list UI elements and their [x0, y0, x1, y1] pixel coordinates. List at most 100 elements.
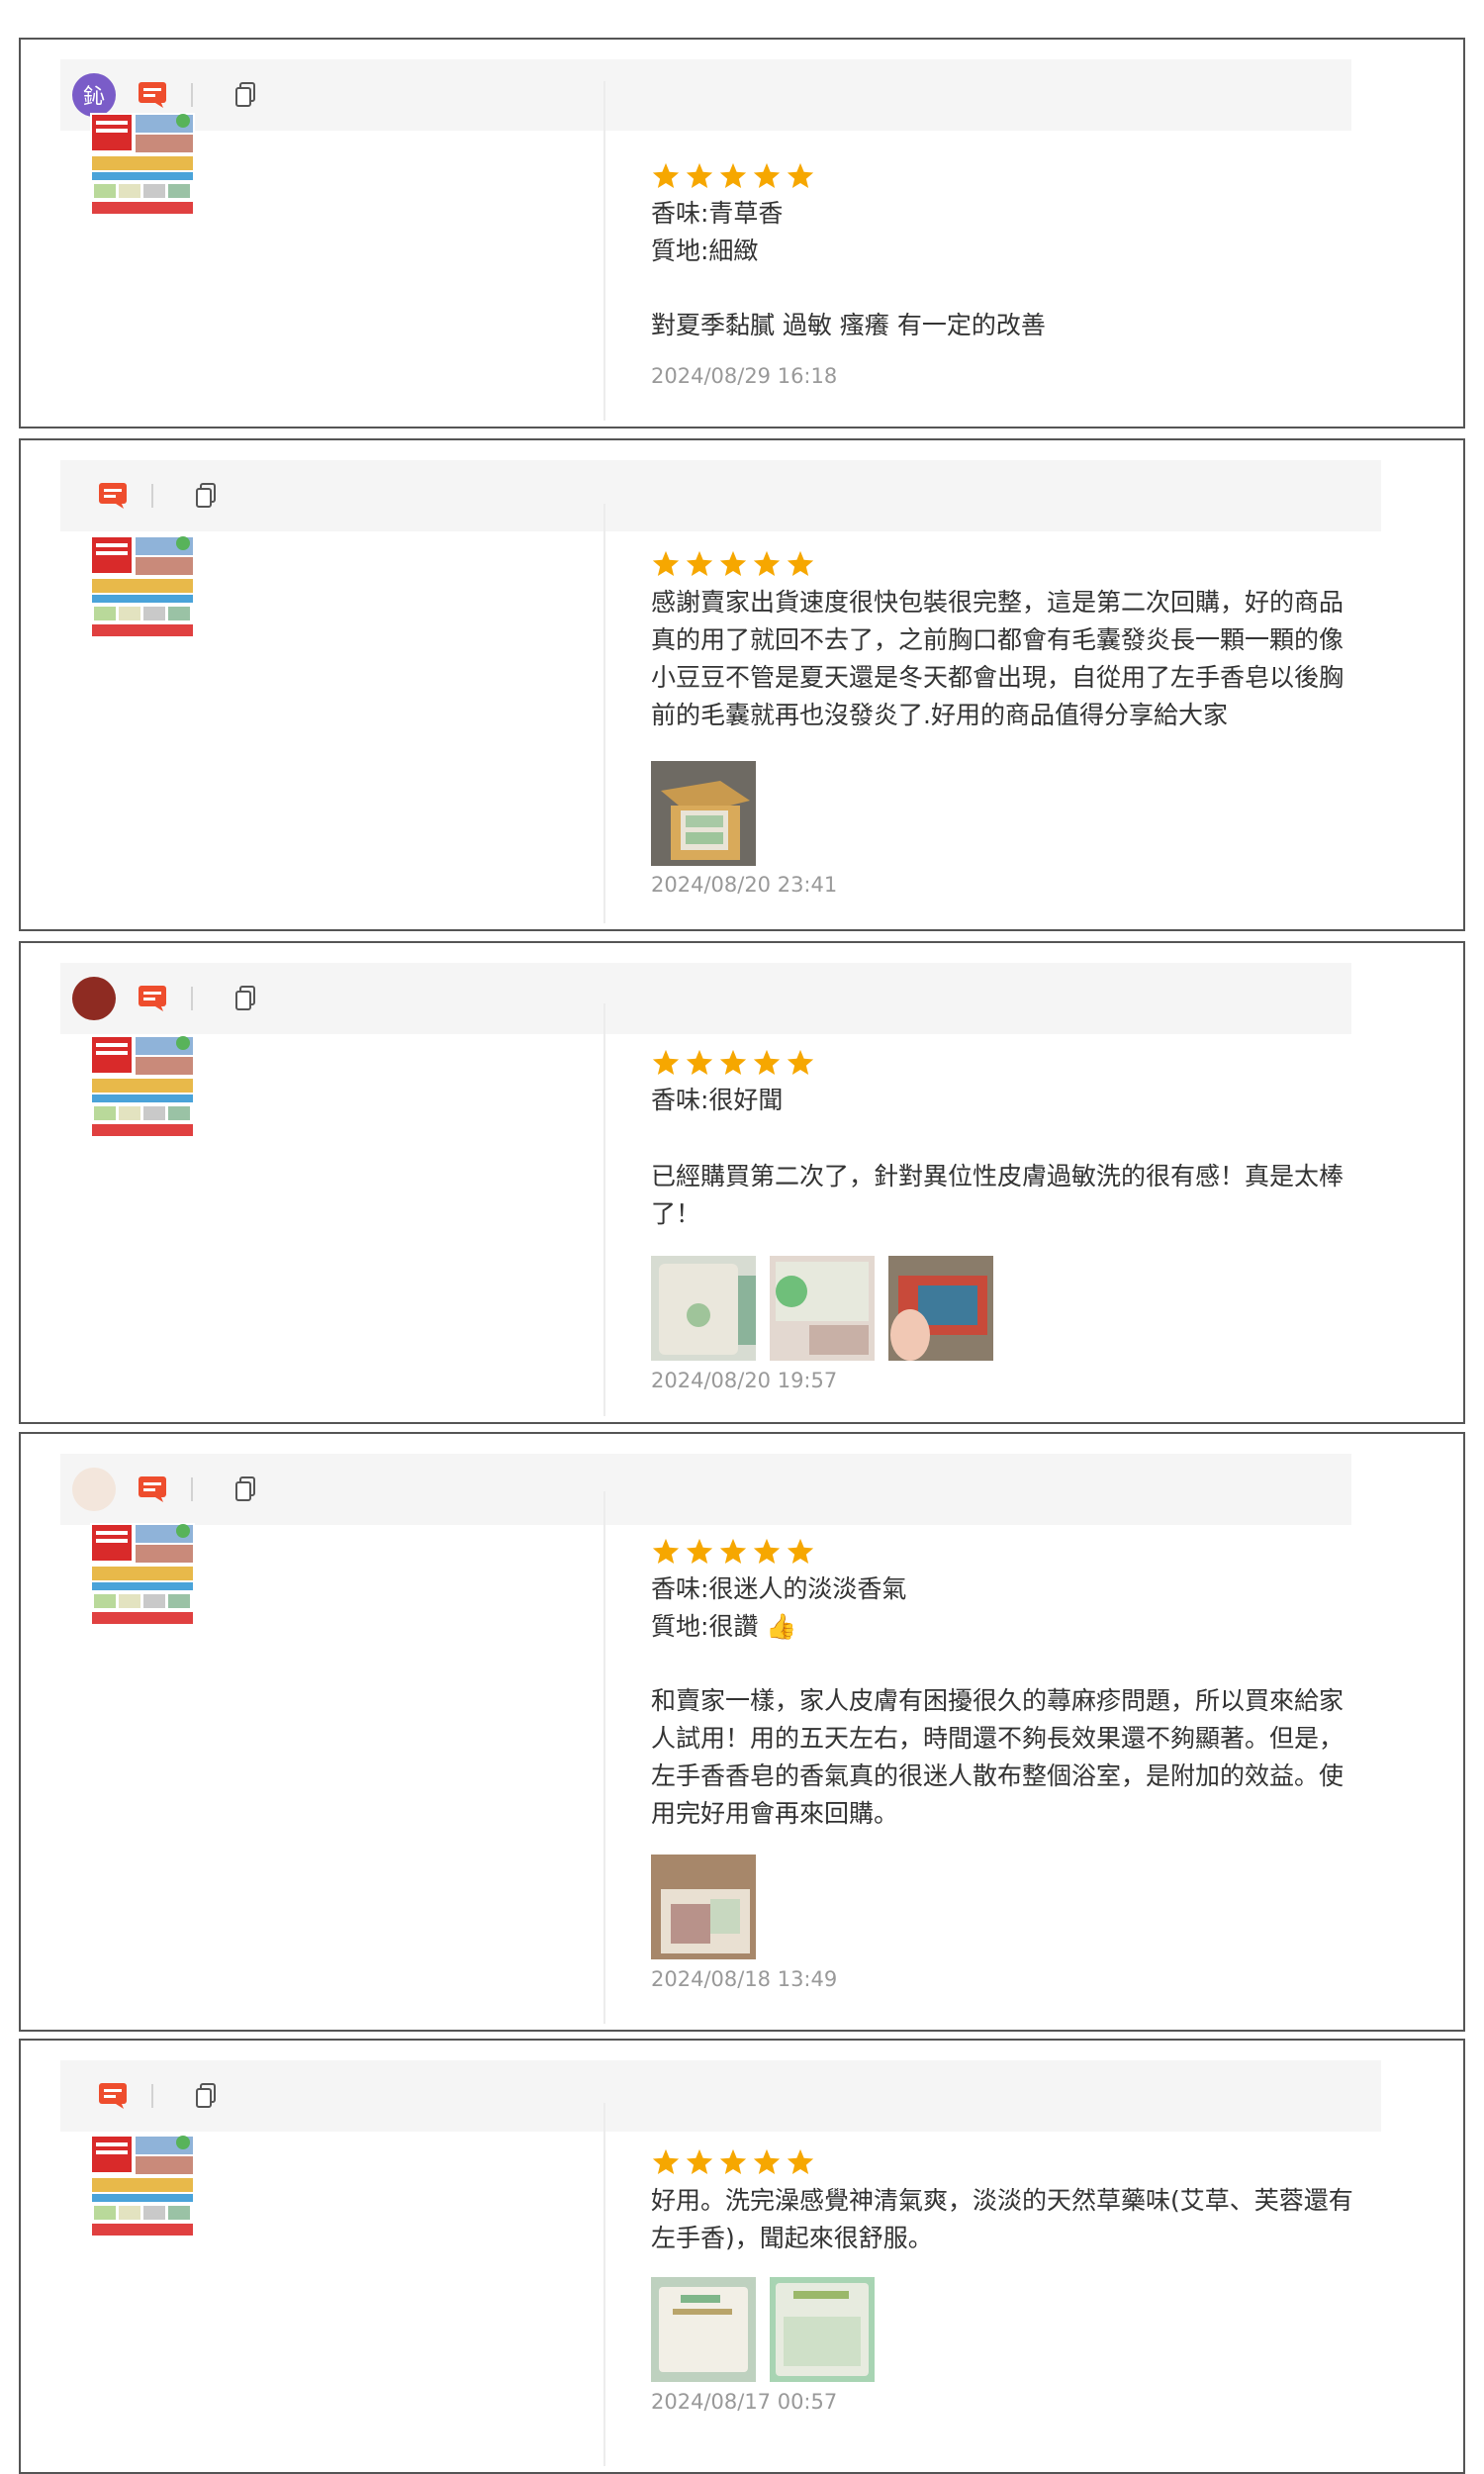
column-divider [603, 2103, 605, 2466]
review-photo[interactable] [770, 1256, 875, 1361]
product-thumbnail[interactable] [90, 1523, 195, 1628]
star-icon [752, 161, 782, 195]
star-icon [752, 2147, 782, 2181]
chat-icon[interactable] [138, 81, 167, 109]
review-card: 感謝賣家出貨速度很快包裝很完整，這是第二次回購，好的商品真的用了就回不去了，之前… [19, 438, 1465, 931]
column-divider [603, 1003, 605, 1416]
review-photos [651, 2277, 875, 2382]
star-icon [651, 1537, 681, 1570]
review-card: 香味:很迷人的淡淡香氣 質地:很讚 👍 和賣家一樣，家人皮膚有困擾很久的蕁麻疹問題，… [19, 1432, 1465, 2032]
review-content: 好用。洗完澡感覺神清氣爽，淡淡的天然草藥味(艾草、芙蓉還有左手香)，聞起來很舒服… [651, 2147, 1363, 2414]
chat-icon[interactable] [98, 2082, 128, 2110]
star-rating [651, 549, 1363, 583]
header-divider [191, 83, 193, 107]
star-icon [651, 549, 681, 583]
star-icon [685, 161, 714, 195]
review-photo[interactable] [770, 2277, 875, 2382]
avatar-letter [72, 977, 116, 1020]
star-rating [651, 161, 1363, 195]
review-content: 香味:很好聞已經購買第二次了，針對異位性皮膚過敏洗的很有感！真是太棒了！ 2024… [651, 1048, 1363, 1392]
review-photos [651, 1855, 756, 1959]
star-icon [752, 549, 782, 583]
star-icon [685, 549, 714, 583]
review-photo[interactable] [651, 1256, 756, 1361]
star-icon [685, 1537, 714, 1570]
star-icon [685, 1048, 714, 1082]
review-attribute: 香味:青草香 [651, 199, 784, 228]
review-attribute: 香味:很迷人的淡淡香氣 [651, 1574, 907, 1603]
user-avatar[interactable] [72, 1468, 116, 1511]
avatar-letter [72, 1468, 116, 1511]
star-rating [651, 1537, 1363, 1570]
review-photo[interactable] [651, 761, 756, 866]
chat-icon[interactable] [138, 1475, 167, 1503]
star-icon [718, 2147, 748, 2181]
product-thumbnail[interactable] [90, 1035, 195, 1140]
star-icon [685, 2147, 714, 2181]
star-icon [651, 2147, 681, 2181]
star-icon [651, 161, 681, 195]
review-attribute: 質地:細緻 [651, 237, 759, 265]
copy-icon[interactable] [234, 986, 256, 1011]
review-photos [651, 1256, 993, 1361]
chat-icon[interactable] [138, 985, 167, 1012]
review-content: 感謝賣家出貨速度很快包裝很完整，這是第二次回購，好的商品真的用了就回不去了，之前… [651, 549, 1363, 897]
star-rating [651, 1048, 1363, 1082]
review-date: 2024/08/20 19:57 [651, 1369, 838, 1392]
star-icon [786, 549, 815, 583]
review-comment: 已經購買第二次了，針對異位性皮膚過敏洗的很有感！真是太棒了！ [651, 1162, 1345, 1228]
review-content: 香味:很迷人的淡淡香氣 質地:很讚 👍 和賣家一樣，家人皮膚有困擾很久的蕁麻疹問題，… [651, 1537, 1363, 1991]
header-divider [191, 1477, 193, 1501]
product-thumbnail[interactable] [90, 535, 195, 640]
review-header [60, 460, 1381, 531]
review-header [60, 963, 1351, 1034]
review-attribute: 香味:很好聞 [651, 1086, 784, 1114]
review-photo[interactable] [888, 1256, 993, 1361]
copy-icon[interactable] [234, 82, 256, 108]
copy-icon[interactable] [195, 483, 217, 509]
review-photo[interactable] [651, 1855, 756, 1959]
chat-icon[interactable] [98, 482, 128, 510]
star-icon [718, 1048, 748, 1082]
star-icon [752, 1048, 782, 1082]
review-header [60, 1454, 1351, 1525]
star-icon [752, 1537, 782, 1570]
star-rating [651, 2147, 1363, 2181]
review-comment: 和賣家一樣，家人皮膚有困擾很久的蕁麻疹問題，所以買來給家人試用！用的五天左右，時… [651, 1686, 1345, 1828]
review-photo[interactable] [651, 2277, 756, 2382]
review-comment: 感謝賣家出貨速度很快包裝很完整，這是第二次回購，好的商品真的用了就回不去了，之前… [651, 588, 1345, 729]
copy-icon[interactable] [234, 1476, 256, 1502]
header-divider [151, 484, 153, 508]
user-avatar[interactable] [72, 977, 116, 1020]
review-content: 香味:青草香 質地:細緻對夏季黏膩 過敏 瘙癢 有一定的改善 2024/08/29 … [651, 161, 1363, 388]
column-divider [603, 81, 605, 421]
review-comment: 好用。洗完澡感覺神清氣爽，淡淡的天然草藥味(艾草、芙蓉還有左手香)，聞起來很舒服… [651, 2186, 1353, 2252]
star-icon [718, 161, 748, 195]
star-icon [718, 549, 748, 583]
column-divider [603, 504, 605, 923]
review-attribute: 質地:很讚 👍 [651, 1612, 797, 1641]
product-thumbnail[interactable] [90, 2135, 195, 2239]
review-date: 2024/08/17 00:57 [651, 2390, 838, 2414]
review-card: 鈊 香味:青草香 質地:細緻對夏季黏膩 過敏 瘙癢 有一定的改善 2024/08/2… [19, 38, 1465, 428]
star-icon [786, 161, 815, 195]
review-date: 2024/08/18 13:49 [651, 1967, 838, 1991]
star-icon [651, 1048, 681, 1082]
star-icon [786, 2147, 815, 2181]
star-icon [786, 1048, 815, 1082]
header-divider [151, 2084, 153, 2108]
column-divider [603, 1491, 605, 2024]
copy-icon[interactable] [195, 2083, 217, 2109]
review-header [60, 2060, 1381, 2132]
product-thumbnail[interactable] [90, 113, 195, 218]
star-icon [786, 1537, 815, 1570]
review-comment: 對夏季黏膩 過敏 瘙癢 有一定的改善 [651, 311, 1046, 339]
review-card: 好用。洗完澡感覺神清氣爽，淡淡的天然草藥味(艾草、芙蓉還有左手香)，聞起來很舒服… [19, 2039, 1465, 2474]
review-date: 2024/08/20 23:41 [651, 873, 838, 897]
review-header: 鈊 [60, 59, 1351, 131]
star-icon [718, 1537, 748, 1570]
review-card: 香味:很好聞已經購買第二次了，針對異位性皮膚過敏洗的很有感！真是太棒了！ 2024… [19, 941, 1465, 1424]
review-date: 2024/08/29 16:18 [651, 364, 838, 388]
review-photos [651, 761, 756, 866]
user-avatar[interactable]: 鈊 [72, 73, 116, 117]
